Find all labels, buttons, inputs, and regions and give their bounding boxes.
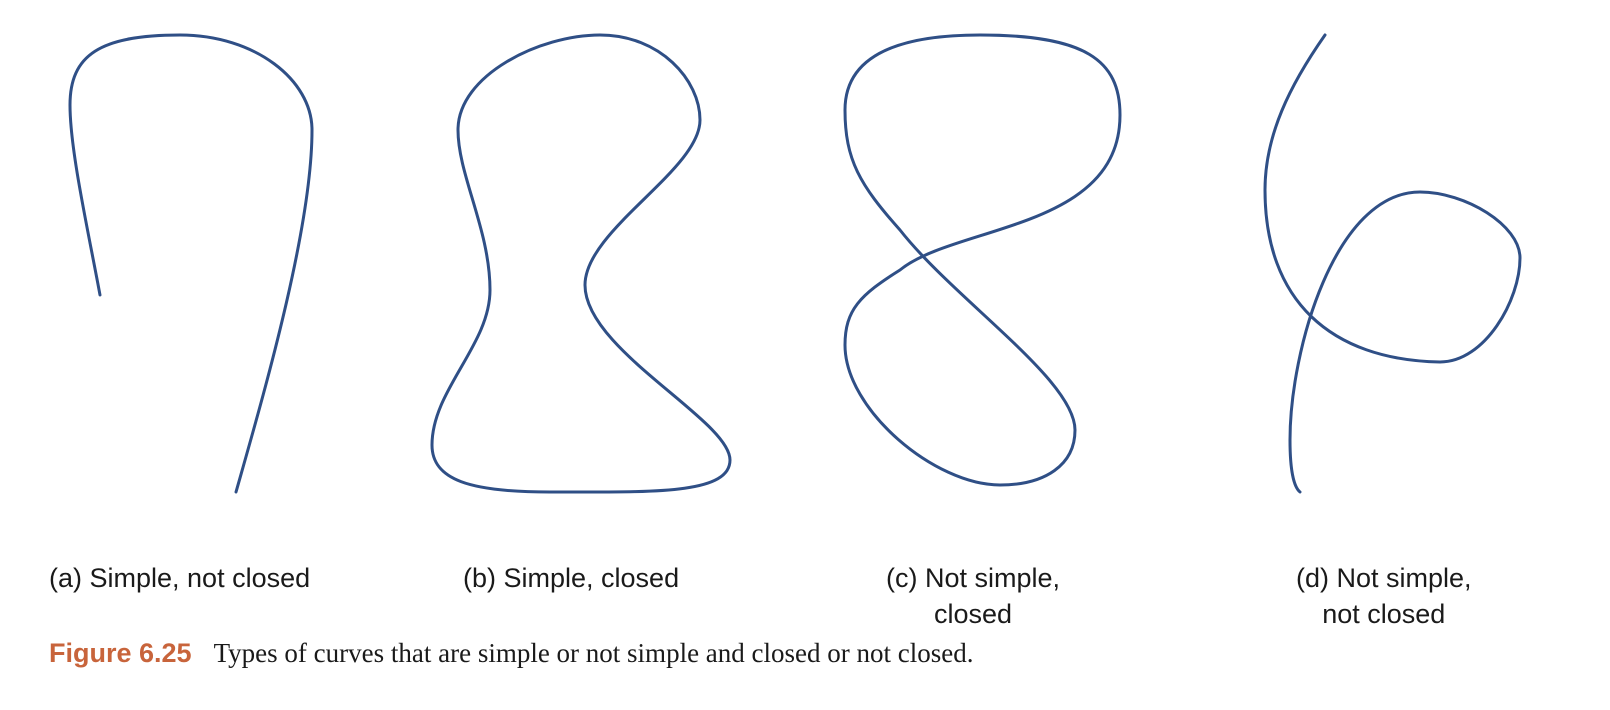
label-b-line-1: (b) Simple, closed bbox=[463, 563, 680, 593]
label-d-line-1: (d) Not simple, bbox=[1296, 563, 1472, 593]
label-a: (a) Simple, not closed bbox=[49, 560, 310, 596]
curve-a-simple-not-closed bbox=[68, 33, 314, 494]
label-c-line-1: (c) Not simple, bbox=[886, 563, 1061, 593]
figure: (a) Simple, not closed (b) Simple, close… bbox=[0, 0, 1610, 710]
label-c: (c) Not simple, closed bbox=[886, 560, 1060, 632]
label-a-line-1: (a) Simple, not closed bbox=[49, 563, 311, 593]
figure-caption: Figure 6.25 Types of curves that are simp… bbox=[49, 638, 973, 669]
label-d: (d) Not simple, not closed bbox=[1296, 560, 1472, 632]
curve-d-not-simple-not-closed bbox=[1263, 33, 1522, 494]
caption-text: Types of curves that are simple or not s… bbox=[213, 638, 974, 668]
curves-illustration bbox=[68, 33, 1522, 494]
figure-number: Figure 6.25 bbox=[49, 638, 192, 668]
curve-b-simple-closed bbox=[430, 33, 732, 494]
label-c-line-2: closed bbox=[933, 599, 1013, 629]
label-b: (b) Simple, closed bbox=[463, 560, 679, 596]
curve-c-not-simple-closed bbox=[843, 33, 1122, 487]
label-d-line-2: not closed bbox=[1322, 599, 1446, 629]
